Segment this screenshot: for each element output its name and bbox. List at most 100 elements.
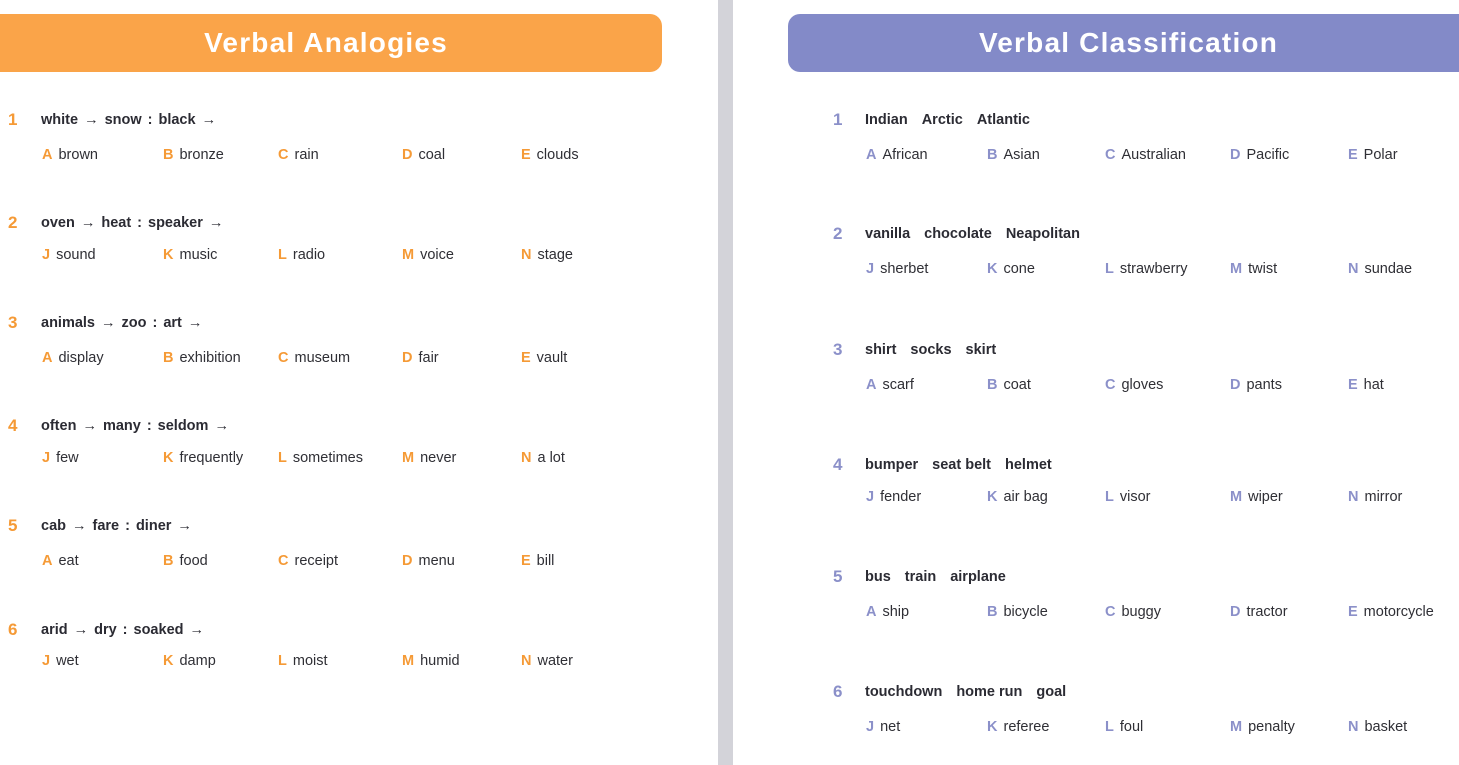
- option-text: frequently: [179, 450, 244, 466]
- answer-option-c[interactable]: Cbuggy: [1105, 601, 1161, 623]
- answer-option-a[interactable]: A African: [866, 144, 928, 166]
- answer-option-m[interactable]: Mwiper: [1230, 486, 1283, 508]
- answer-option-b[interactable]: B Asian: [987, 144, 1040, 166]
- stem-word: skirt: [965, 342, 997, 358]
- option-text: moist: [292, 653, 328, 669]
- answer-option-j[interactable]: Jwet: [42, 650, 79, 672]
- answer-option-k[interactable]: Kcone: [987, 258, 1035, 280]
- answer-option-a[interactable]: Abrown: [42, 144, 98, 166]
- stem-word: airplane: [950, 569, 1006, 585]
- answer-option-n[interactable]: Nsundae: [1348, 258, 1412, 280]
- answer-option-c[interactable]: Cmuseum: [278, 347, 350, 369]
- answer-option-a[interactable]: Aeat: [42, 550, 79, 572]
- answer-option-m[interactable]: Mpenalty: [1230, 716, 1295, 738]
- question-stem: touchdown home run goal: [865, 681, 1066, 703]
- answer-option-k[interactable]: Kreferee: [987, 716, 1049, 738]
- answer-option-m[interactable]: Mtwist: [1230, 258, 1277, 280]
- answer-option-l[interactable]: Lsometimes: [278, 447, 363, 469]
- answer-option-e[interactable]: E Polar: [1348, 144, 1398, 166]
- answer-option-b[interactable]: Bexhibition: [163, 347, 241, 369]
- answer-option-j[interactable]: Jfew: [42, 447, 79, 469]
- option-text: sometimes: [292, 450, 363, 466]
- option-letter: K: [987, 719, 998, 735]
- answer-option-k[interactable]: Kmusic: [163, 244, 217, 266]
- option-text: tractor: [1246, 604, 1288, 620]
- option-letter: M: [402, 247, 415, 263]
- option-text: scarf: [882, 377, 914, 393]
- answer-option-c[interactable]: Crain: [278, 144, 319, 166]
- answer-option-k[interactable]: Kfrequently: [163, 447, 243, 469]
- question-stem-row: 4 often → many: seldom →: [0, 415, 718, 437]
- option-letter: D: [402, 553, 413, 569]
- option-text: museum: [294, 350, 351, 366]
- colon-separator: :: [122, 622, 128, 638]
- answer-option-l[interactable]: Lvisor: [1105, 486, 1150, 508]
- stem-word: dry: [94, 622, 117, 638]
- arrow-icon: →: [208, 215, 224, 231]
- option-text: receipt: [294, 553, 339, 569]
- answer-option-d[interactable]: Dcoal: [402, 144, 445, 166]
- answer-option-c[interactable]: Creceipt: [278, 550, 338, 572]
- answer-option-c[interactable]: Cgloves: [1105, 374, 1163, 396]
- answer-option-n[interactable]: Nbasket: [1348, 716, 1407, 738]
- question-stem-row: 5 cab → fare: diner →: [0, 515, 718, 537]
- answer-option-b[interactable]: Bbicycle: [987, 601, 1048, 623]
- option-letter: N: [521, 247, 532, 263]
- answer-option-e[interactable]: Emotorcycle: [1348, 601, 1434, 623]
- answer-option-n[interactable]: Nstage: [521, 244, 573, 266]
- answer-option-d[interactable]: Dfair: [402, 347, 439, 369]
- question-stem-row: 3 shirt socks skirt: [733, 339, 1459, 361]
- answer-option-l[interactable]: Lmoist: [278, 650, 328, 672]
- question-options-row: Aeat Bfood Creceipt Dmenu Ebill: [0, 550, 718, 572]
- answer-option-n[interactable]: Na lot: [521, 447, 565, 469]
- answer-option-e[interactable]: Evault: [521, 347, 567, 369]
- answer-option-d[interactable]: D Pacific: [1230, 144, 1289, 166]
- answer-option-d[interactable]: Dmenu: [402, 550, 455, 572]
- answer-option-e[interactable]: Ebill: [521, 550, 554, 572]
- answer-option-b[interactable]: Bbronze: [163, 144, 224, 166]
- answer-option-l[interactable]: Lfoul: [1105, 716, 1143, 738]
- answer-option-k[interactable]: Kdamp: [163, 650, 216, 672]
- answer-option-j[interactable]: Jsound: [42, 244, 96, 266]
- option-letter: A: [866, 377, 877, 393]
- question-stem: bumper seat belt helmet: [865, 454, 1052, 476]
- stem-word: bus: [865, 569, 891, 585]
- option-letter: J: [866, 489, 875, 505]
- option-letter: E: [521, 553, 531, 569]
- answer-option-j[interactable]: Jsherbet: [866, 258, 928, 280]
- verbal-analogies-panel: Verbal Analogies 1 white → snow: black → Abrow…: [0, 0, 718, 765]
- answer-option-a[interactable]: Ascarf: [866, 374, 914, 396]
- answer-option-m[interactable]: Mhumid: [402, 650, 460, 672]
- option-text: penalty: [1248, 719, 1295, 735]
- stem-word: speaker: [148, 215, 203, 231]
- answer-option-n[interactable]: Nmirror: [1348, 486, 1402, 508]
- answer-option-a[interactable]: Adisplay: [42, 347, 104, 369]
- answer-option-a[interactable]: Aship: [866, 601, 909, 623]
- option-text: display: [58, 350, 104, 366]
- option-letter: N: [521, 450, 532, 466]
- option-letter: N: [521, 653, 532, 669]
- answer-option-l[interactable]: Lstrawberry: [1105, 258, 1188, 280]
- answer-option-c[interactable]: C Australian: [1105, 144, 1186, 166]
- option-letter: D: [1230, 604, 1241, 620]
- answer-option-k[interactable]: Kair bag: [987, 486, 1048, 508]
- option-letter: B: [987, 604, 998, 620]
- answer-option-j[interactable]: Jfender: [866, 486, 921, 508]
- option-text: fair: [418, 350, 439, 366]
- answer-option-b[interactable]: Bfood: [163, 550, 208, 572]
- option-letter: E: [1348, 604, 1358, 620]
- answer-option-b[interactable]: Bcoat: [987, 374, 1031, 396]
- answer-option-e[interactable]: Eclouds: [521, 144, 579, 166]
- answer-option-d[interactable]: Dtractor: [1230, 601, 1288, 623]
- option-letter: B: [163, 350, 174, 366]
- answer-option-e[interactable]: Ehat: [1348, 374, 1384, 396]
- option-letter: L: [1105, 489, 1114, 505]
- option-text: sound: [56, 247, 96, 263]
- answer-option-d[interactable]: Dpants: [1230, 374, 1282, 396]
- answer-option-m[interactable]: Mnever: [402, 447, 456, 469]
- answer-option-l[interactable]: Lradio: [278, 244, 325, 266]
- answer-option-j[interactable]: Jnet: [866, 716, 900, 738]
- question-options-row: Jfender Kair bag Lvisor Mwiper Nmirror: [733, 486, 1459, 508]
- answer-option-n[interactable]: Nwater: [521, 650, 573, 672]
- answer-option-m[interactable]: Mvoice: [402, 244, 454, 266]
